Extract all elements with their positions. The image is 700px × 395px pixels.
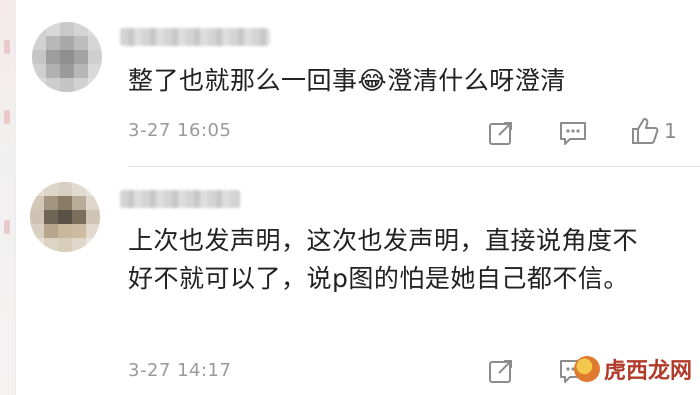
comment-time: 3-27 16:05	[128, 120, 232, 141]
share-icon	[489, 360, 512, 383]
comment-time: 3-27 14:17	[128, 360, 232, 381]
thumbs-up-icon	[632, 118, 659, 144]
comment-list: 整了也就那么一回事😂澄清什么呀澄清 3-27 16:05 1 上次也发声明，这次…	[0, 0, 700, 395]
share-button[interactable]	[484, 116, 518, 150]
comment-item: 整了也就那么一回事😂澄清什么呀澄清 3-27 16:05 1	[0, 0, 700, 168]
username[interactable]	[120, 190, 240, 208]
avatar[interactable]	[32, 22, 102, 92]
share-icon	[489, 122, 512, 145]
share-button[interactable]	[484, 354, 518, 388]
reply-button[interactable]	[556, 116, 590, 150]
comment-text: 整了也就那么一回事😂澄清什么呀澄清	[128, 66, 566, 95]
watermark-text: 虎西龙网	[603, 359, 692, 384]
divider	[128, 166, 700, 167]
username[interactable]	[120, 28, 270, 46]
like-button[interactable]: 1	[630, 114, 690, 148]
comment-text: 上次也发声明，这次也发声明，直接说角度不好不就可以了，说p图的怕是她自己都不信。	[128, 226, 639, 293]
avatar[interactable]	[30, 182, 100, 252]
comment-icon	[560, 122, 586, 145]
watermark-logo-icon	[573, 356, 600, 382]
like-count: 1	[664, 119, 677, 143]
watermark: 虎西龙网	[573, 353, 692, 385]
